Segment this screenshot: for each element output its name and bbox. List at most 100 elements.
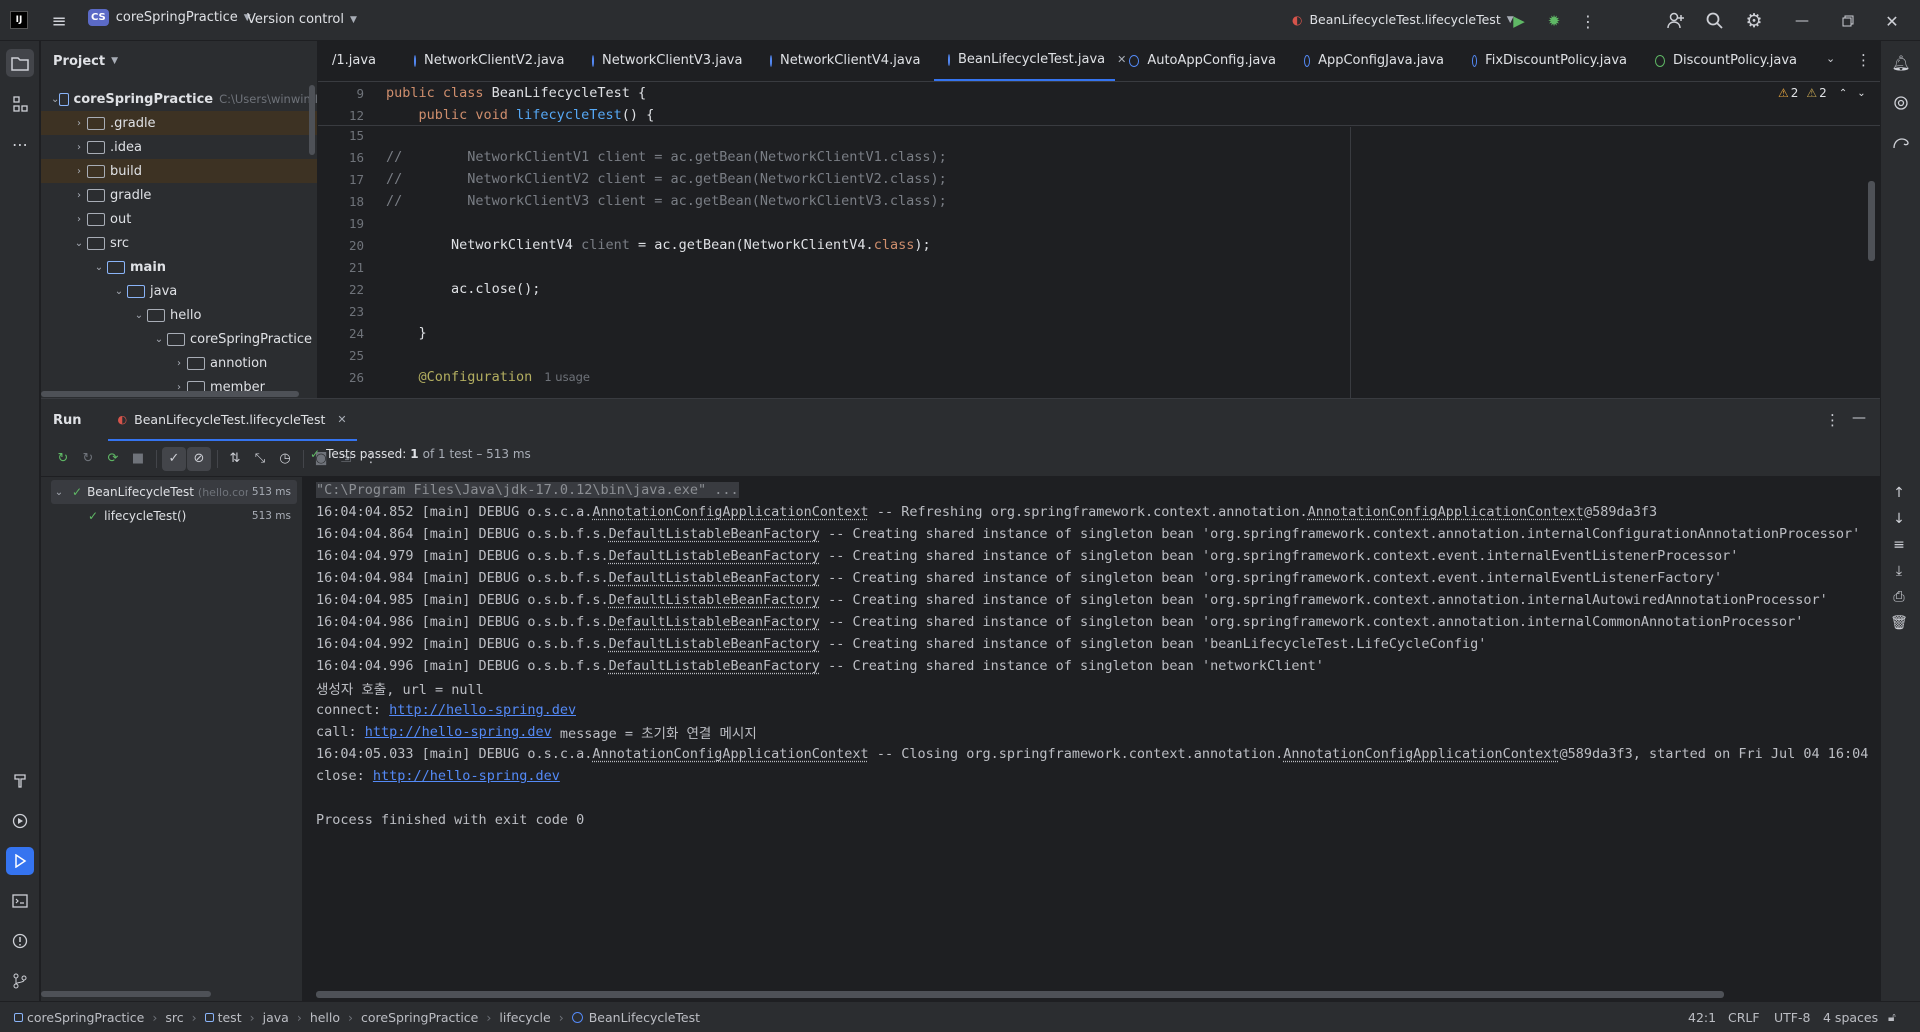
chevron-right-icon[interactable]: › bbox=[71, 214, 87, 225]
prev-highlight-icon[interactable]: ⌃ bbox=[1839, 88, 1847, 99]
clear-trash-icon[interactable]: 🗑︎ bbox=[1890, 615, 1908, 641]
problems-icon[interactable] bbox=[6, 927, 34, 955]
rerun-icon[interactable]: ↻ bbox=[51, 447, 75, 471]
console-output[interactable]: ✓ Tests passed: 1 of 1 test – 513 ms "C:… bbox=[304, 447, 1908, 1002]
more-tools-icon[interactable]: ⋯ bbox=[6, 130, 34, 158]
terminal-icon[interactable] bbox=[6, 887, 34, 915]
tree-item-java[interactable]: ⌄ java bbox=[41, 279, 317, 303]
close-tab-icon[interactable]: ✕ bbox=[337, 413, 346, 426]
more-actions-icon[interactable]: ⋮ bbox=[1578, 10, 1598, 32]
code-line[interactable]: 17 // NetworkClientV2 client = ac.getBean… bbox=[318, 168, 1880, 190]
close-window-icon[interactable]: ✕ bbox=[1880, 9, 1904, 33]
notifications-bell-icon[interactable]: 🔔︎ bbox=[1887, 49, 1915, 77]
vertical-scrollbar[interactable] bbox=[309, 85, 315, 155]
breadcrumb-item[interactable]: src bbox=[165, 1010, 183, 1025]
file-encoding[interactable]: UTF-8 bbox=[1774, 1010, 1810, 1025]
url-link[interactable]: http://hello-spring.dev bbox=[365, 724, 552, 740]
code-line[interactable]: 15 bbox=[318, 127, 1880, 146]
tree-item-corespringpractice[interactable]: ⌄ coreSpringPractice bbox=[41, 327, 317, 351]
tree-item-gradle[interactable]: › .gradle bbox=[41, 111, 317, 135]
run-tab[interactable]: ◐ BeanLifecycleTest.lifecycleTest ✕ bbox=[107, 399, 357, 441]
tree-item-src[interactable]: ⌄ src bbox=[41, 231, 317, 255]
code-line[interactable]: 23 bbox=[318, 300, 1880, 322]
tree-item-out[interactable]: › out bbox=[41, 207, 317, 231]
chevron-right-icon[interactable]: › bbox=[71, 166, 87, 177]
structure-tool-icon[interactable] bbox=[6, 90, 34, 118]
editor-tab-appconfigjavajava[interactable]: AppConfigJava.java bbox=[1290, 41, 1458, 81]
breadcrumb-item[interactable]: BeanLifecycleTest bbox=[589, 1010, 700, 1025]
breadcrumb-item[interactable]: coreSpringPractice bbox=[27, 1010, 144, 1025]
chevron-right-icon[interactable]: › bbox=[171, 358, 187, 369]
tree-item-build[interactable]: › build bbox=[41, 159, 317, 183]
chevron-right-icon[interactable]: › bbox=[71, 190, 87, 201]
search-icon[interactable] bbox=[1703, 9, 1727, 33]
stop-icon[interactable]: ■ bbox=[126, 447, 150, 471]
gradle-icon[interactable] bbox=[1887, 129, 1915, 157]
git-icon[interactable] bbox=[6, 967, 34, 995]
chevron-down-icon[interactable]: ⌄ bbox=[91, 262, 107, 273]
code-line[interactable]: 16 // NetworkClientV1 client = ac.getBean… bbox=[318, 146, 1880, 168]
editor-scrollbar[interactable] bbox=[1868, 181, 1875, 261]
editor-tab-discountpolicyjava[interactable]: DiscountPolicy.java bbox=[1641, 41, 1811, 81]
editor-tab-networkclientv3java[interactable]: NetworkClientV3.java bbox=[578, 41, 756, 81]
project-switcher[interactable]: CS coreSpringPractice ▼ bbox=[88, 9, 251, 26]
run-tool-icon[interactable] bbox=[6, 847, 34, 875]
build-hammer-icon[interactable] bbox=[6, 767, 34, 795]
tree-item-idea[interactable]: › .idea bbox=[41, 135, 317, 159]
run-more-icon[interactable]: ⋮ bbox=[1825, 411, 1840, 429]
project-panel-header[interactable]: Project ▼ bbox=[41, 41, 317, 81]
url-link[interactable]: http://hello-spring.dev bbox=[373, 768, 560, 784]
run-config-selector[interactable]: ◐ BeanLifecycleTest.lifecycleTest ▼ bbox=[1292, 12, 1514, 27]
editor-tab-networkclientv2java[interactable]: NetworkClientV2.java bbox=[400, 41, 578, 81]
breadcrumb-item[interactable]: test bbox=[218, 1010, 242, 1025]
tabs-more-icon[interactable]: ⋮ bbox=[1856, 51, 1871, 69]
code-line[interactable]: 19 bbox=[318, 212, 1880, 234]
rerun-failed-icon[interactable]: ↻ bbox=[76, 447, 100, 471]
next-highlight-icon[interactable]: ⌄ bbox=[1857, 88, 1865, 99]
chevron-down-icon[interactable]: ⌄ bbox=[71, 238, 87, 249]
chevron-right-icon[interactable]: › bbox=[71, 142, 87, 153]
tree-horizontal-scrollbar[interactable] bbox=[41, 991, 211, 997]
services-icon[interactable] bbox=[6, 807, 34, 835]
scroll-to-end-icon[interactable]: ⤓ bbox=[1896, 563, 1902, 589]
tree-item-hello[interactable]: ⌄ hello bbox=[41, 303, 317, 327]
soft-wrap-icon[interactable]: ≡ bbox=[1893, 537, 1905, 563]
add-user-icon[interactable] bbox=[1664, 9, 1688, 33]
test-node-method[interactable]: ✓ lifecycleTest() 513 ms bbox=[51, 504, 297, 528]
code-line[interactable]: 25 bbox=[318, 344, 1880, 366]
sticky-line-class[interactable]: 9 public class BeanLifecycleTest { bbox=[318, 82, 1880, 104]
show-ignored-icon[interactable]: ⊘ bbox=[187, 446, 211, 471]
code-line[interactable]: 26 @Configuration 1 usage bbox=[318, 366, 1880, 388]
code-line[interactable]: 20 NetworkClientV4 client = ac.getBean(N… bbox=[318, 234, 1880, 256]
tree-item-annotion[interactable]: › annotion bbox=[41, 351, 317, 375]
horizontal-scrollbar[interactable] bbox=[41, 391, 299, 397]
usage-hint[interactable]: 1 usage bbox=[544, 370, 590, 384]
tree-root[interactable]: ⌄ coreSpringPractice C:\Users\winwin\I bbox=[41, 87, 317, 111]
project-tool-icon[interactable] bbox=[6, 49, 34, 77]
collapse-all-icon[interactable]: ⤡ bbox=[248, 447, 272, 471]
tree-item-main[interactable]: ⌄ main bbox=[41, 255, 317, 279]
chevron-right-icon[interactable]: › bbox=[71, 118, 87, 129]
editor-tab-fixdiscountpolicyjava[interactable]: FixDiscountPolicy.java bbox=[1458, 41, 1641, 81]
test-node-class[interactable]: ⌄ ✓ BeanLifecycleTest (hello.core 513 ms bbox=[51, 480, 297, 504]
scroll-up-icon[interactable]: ↑ bbox=[1893, 485, 1905, 511]
scroll-down-icon[interactable]: ↓ bbox=[1893, 511, 1905, 537]
editor-tab-1java[interactable]: /1.java bbox=[318, 41, 400, 81]
ai-assistant-icon[interactable] bbox=[1887, 89, 1915, 117]
code-line[interactable]: 21 bbox=[318, 256, 1880, 278]
debug-icon[interactable]: ✹ bbox=[1543, 10, 1565, 32]
url-link[interactable]: http://hello-spring.dev bbox=[389, 702, 576, 718]
tree-item-gradle[interactable]: › gradle bbox=[41, 183, 317, 207]
code-line[interactable]: 22 ac.close(); bbox=[318, 278, 1880, 300]
toggle-auto-test-icon[interactable]: ⟳ bbox=[101, 447, 125, 471]
history-clock-icon[interactable]: ◷ bbox=[273, 447, 297, 471]
breadcrumb-item[interactable]: java bbox=[263, 1010, 289, 1025]
inspection-widget[interactable]: ⚠ 2 ⚠ 2 ⌃ ⌄ bbox=[1778, 86, 1866, 100]
run-icon[interactable]: ▶ bbox=[1508, 10, 1530, 32]
code-line[interactable]: 18 // NetworkClientV3 client = ac.getBean… bbox=[318, 190, 1880, 212]
main-menu-icon[interactable]: ≡ bbox=[48, 10, 70, 32]
breadcrumb-item[interactable]: coreSpringPractice bbox=[361, 1010, 478, 1025]
sort-icon[interactable]: ⇅ bbox=[223, 447, 247, 471]
show-passed-icon[interactable]: ✓ bbox=[162, 446, 186, 471]
settings-gear-icon[interactable]: ⚙ bbox=[1742, 9, 1766, 33]
